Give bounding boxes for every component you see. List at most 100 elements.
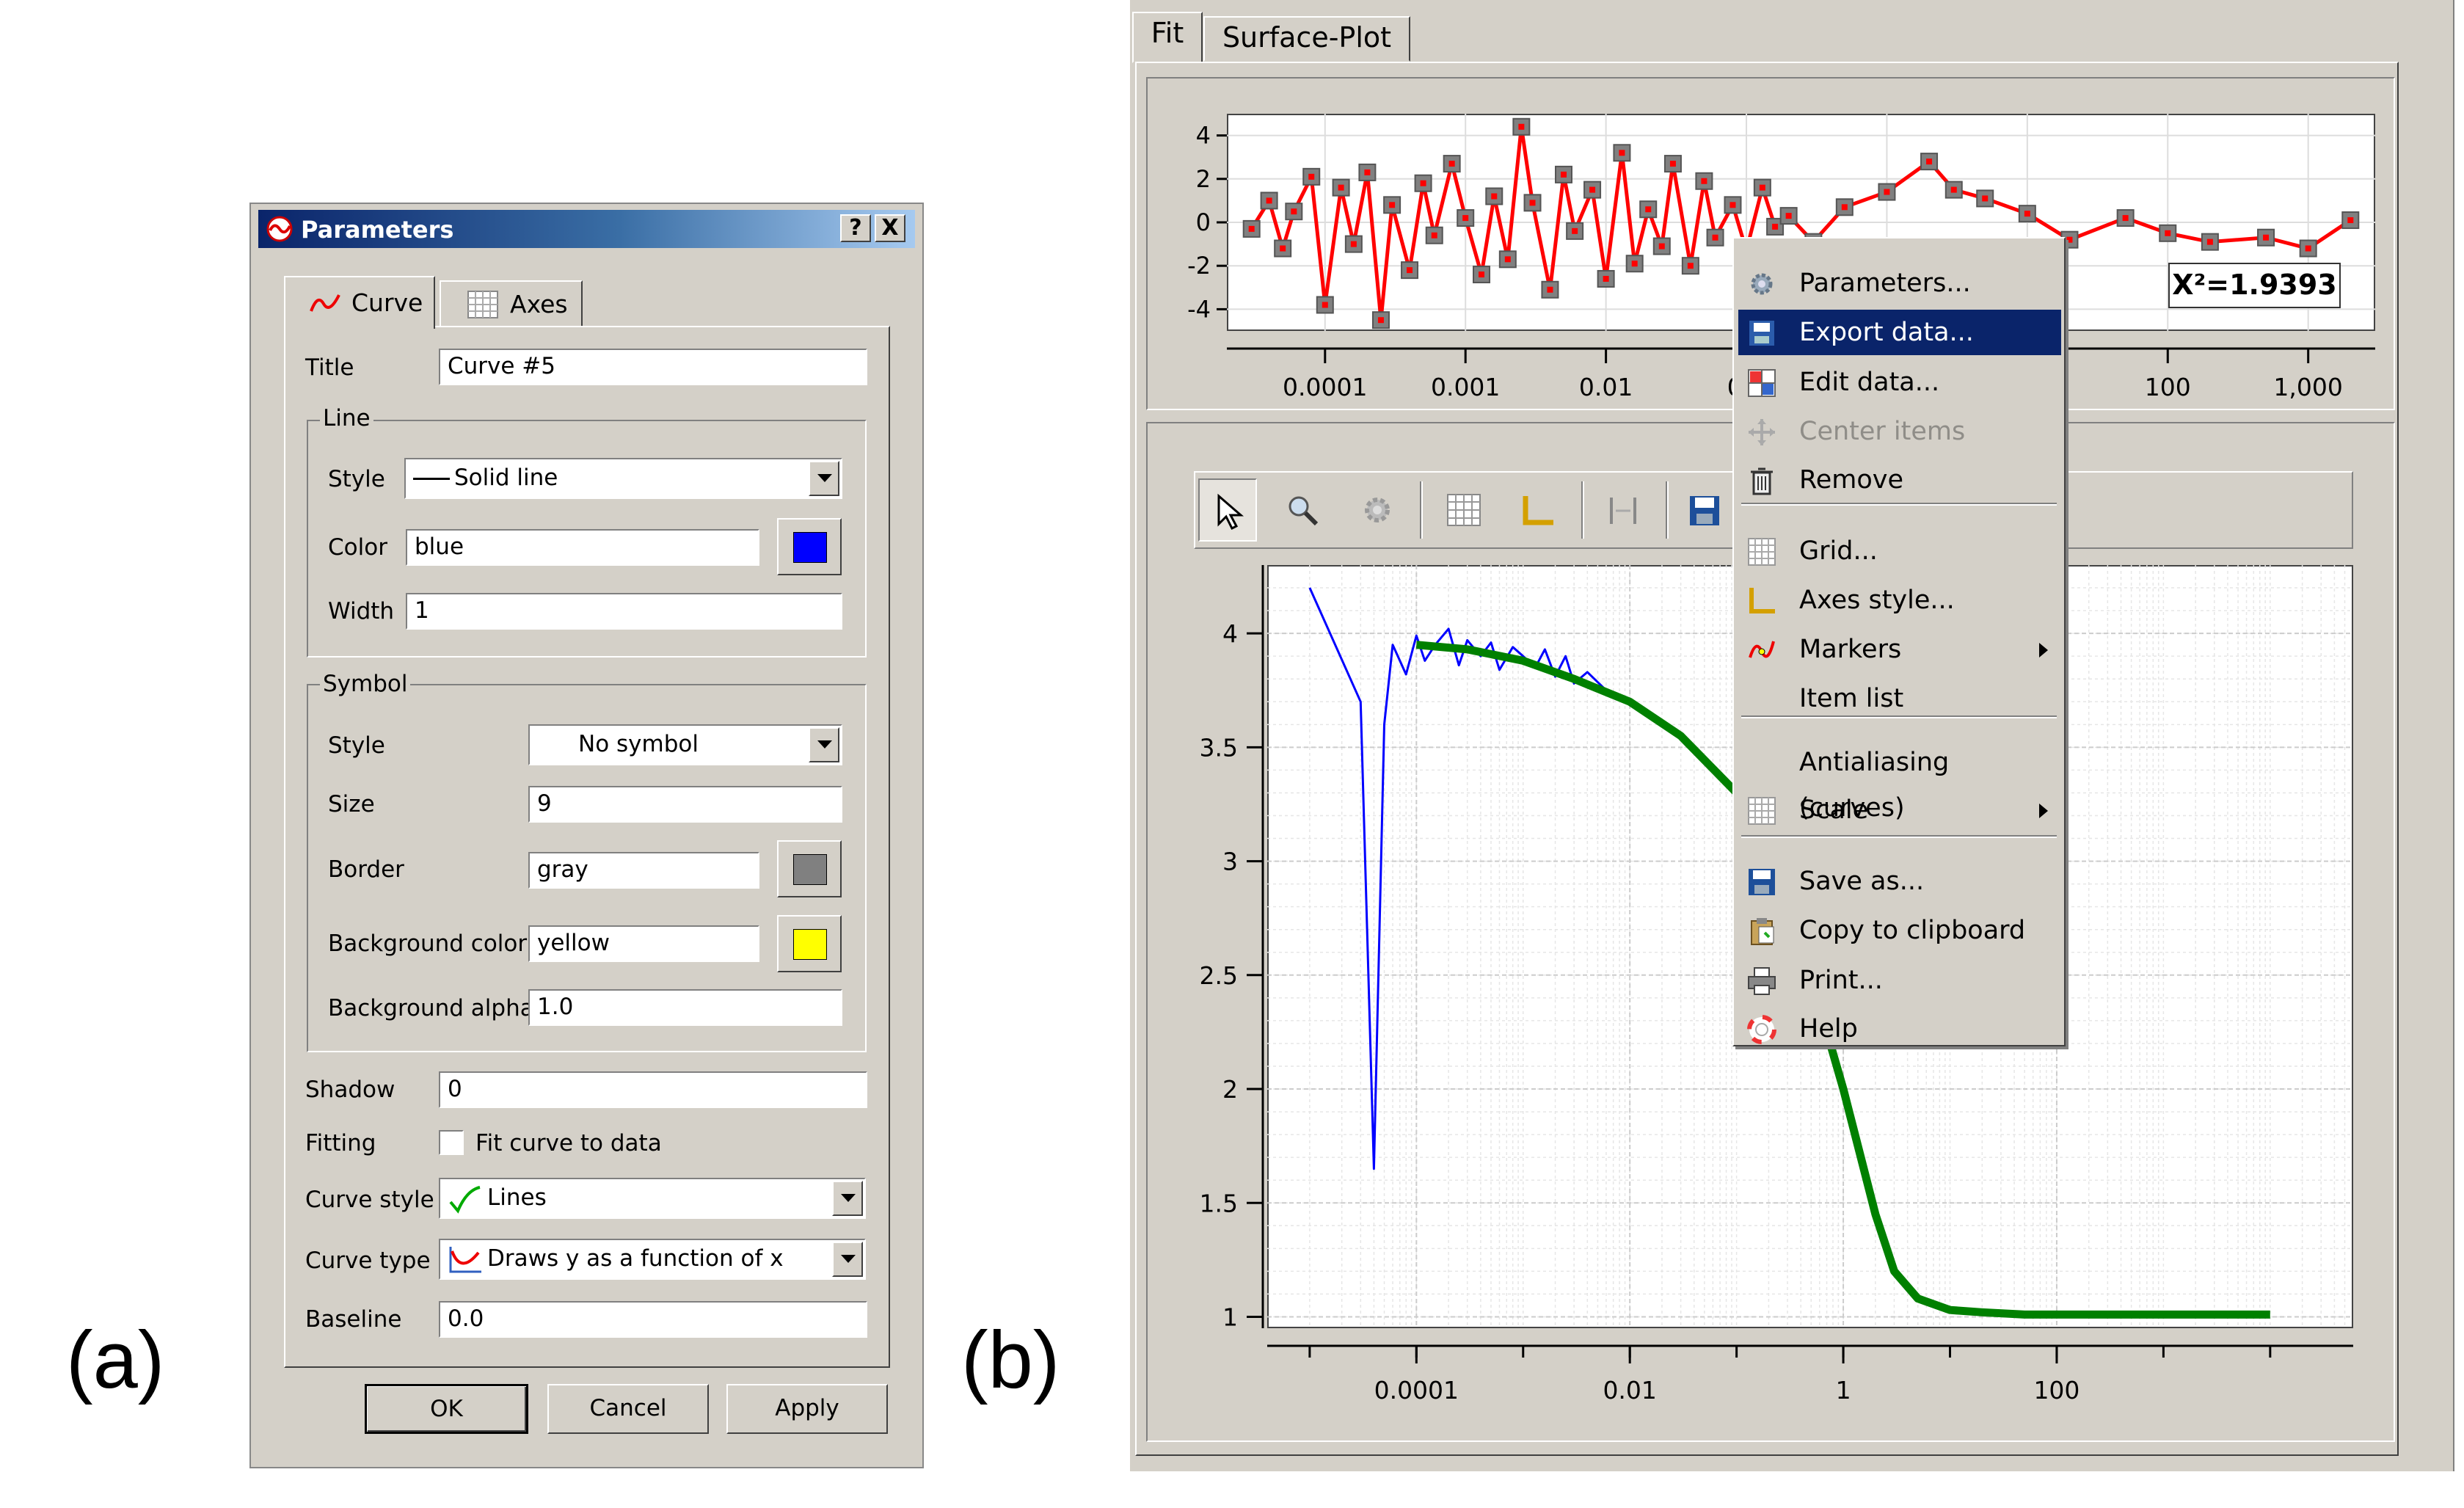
panel-label-a: (a) [66, 1315, 165, 1405]
residual-point-core [1338, 184, 1344, 191]
menu-item-export-data[interactable]: Export data... [1738, 310, 2061, 355]
residual-point-core [1322, 302, 1328, 308]
residual-point-core [1248, 225, 1255, 232]
residual-point-core [1619, 150, 1625, 156]
y-tick-label: 1.5 [1200, 1189, 1238, 1217]
axes-icon [1523, 496, 1553, 525]
menu-item-print[interactable]: Print... [1738, 958, 2061, 1003]
tab-axes[interactable]: Axes [440, 280, 583, 327]
grid-icon [1447, 494, 1481, 526]
residual-point-core [2305, 245, 2311, 252]
menu-item-antialiasing-curves[interactable]: Antialiasing (curves) [1738, 740, 2061, 823]
y-tick-label: 4 [1196, 122, 1211, 150]
markers-icon [1749, 641, 1775, 658]
fit-curve-checkbox[interactable] [439, 1130, 464, 1155]
residual-point-core [2066, 236, 2073, 243]
chevron-down-icon[interactable] [809, 461, 839, 496]
cancel-button[interactable]: Cancel [547, 1384, 709, 1434]
residual-point-core [1841, 204, 1848, 211]
save-tool-button[interactable] [1675, 478, 1734, 542]
menu-item-scale[interactable]: Scale [1738, 787, 2061, 833]
chevron-right-icon [2039, 643, 2048, 658]
menu-item-grid[interactable]: Grid... [1738, 528, 2061, 574]
residual-point-core [1759, 184, 1765, 191]
zoom-tool-button[interactable] [1274, 478, 1333, 542]
line-width-input[interactable]: 1 [406, 593, 842, 630]
baseline-input[interactable]: 0.0 [439, 1301, 867, 1338]
menu-item-center-items[interactable]: Center items [1738, 409, 2061, 454]
chevron-down-icon[interactable] [832, 1181, 863, 1216]
residual-point-core [1712, 234, 1718, 241]
y-tick-label: 0 [1196, 208, 1211, 236]
residual-point-core [1950, 186, 1957, 193]
symbol-style-select[interactable]: No symbol [528, 724, 842, 765]
menu-item-label: Remove [1799, 465, 1904, 495]
close-button[interactable]: X [875, 214, 905, 242]
settings-tool-button[interactable] [1347, 478, 1406, 542]
x-tick-label: 0.01 [1579, 373, 1633, 401]
line-color-input[interactable]: blue [406, 529, 759, 566]
symbol-alpha-input[interactable]: 1.0 [528, 989, 842, 1026]
symbol-bg-input[interactable]: yellow [528, 925, 759, 962]
tab-curve[interactable]: Curve [284, 276, 435, 329]
curve-type-select[interactable]: Draws y as a function of x [439, 1239, 866, 1280]
residual-point-core [1547, 286, 1553, 293]
symbol-border-swatch [793, 854, 827, 885]
menu-item-save-as[interactable]: Save as... [1738, 859, 2061, 904]
tab-surface-plot[interactable]: Surface-Plot [1203, 16, 1410, 62]
residual-point-core [1266, 197, 1272, 204]
pointer-tool-button[interactable] [1198, 478, 1257, 542]
solid-line-icon [413, 478, 450, 480]
symbol-border-input[interactable]: gray [528, 852, 759, 889]
ok-button[interactable]: OK [365, 1384, 528, 1434]
tab-fit[interactable]: Fit [1132, 12, 1203, 63]
grid-icon [1748, 797, 1776, 825]
symbol-border-button[interactable] [777, 840, 842, 897]
dialog-titlebar[interactable]: Parameters ? X [258, 210, 915, 248]
x-tick-label: 1,000 [2273, 373, 2342, 401]
menu-item-parameters[interactable]: Parameters... [1738, 261, 2061, 306]
symbol-bg-swatch [793, 929, 827, 960]
residual-point-core [1407, 267, 1413, 274]
curve-style-value: Lines [487, 1184, 547, 1211]
dialog-title: Parameters [301, 216, 454, 244]
shadow-input[interactable]: 0 [439, 1071, 867, 1108]
baseline-label: Baseline [305, 1306, 402, 1333]
menu-item-axes-style[interactable]: Axes style... [1738, 578, 2061, 623]
residual-point-core [1350, 241, 1357, 247]
title-input[interactable]: Curve #5 [439, 349, 867, 385]
residual-point-core [1631, 261, 1638, 267]
symbol-size-input[interactable]: 9 [528, 786, 842, 823]
residual-point-core [1448, 161, 1455, 167]
residual-point-core [1462, 215, 1469, 222]
toolbar-divider [1666, 481, 1669, 539]
residual-point-core [2263, 234, 2270, 241]
trash-icon [1751, 467, 1773, 495]
menu-item-markers[interactable]: Markers [1738, 627, 2061, 672]
symbol-group-title: Symbol [320, 671, 411, 697]
menu-item-label: Scale [1799, 795, 1869, 825]
symbol-bg-button[interactable] [777, 915, 842, 972]
chevron-down-icon[interactable] [832, 1242, 863, 1277]
menu-item-remove[interactable]: Remove [1738, 457, 2061, 503]
x-tick-label: 0.01 [1603, 1376, 1656, 1405]
grid-tool-button[interactable] [1435, 478, 1493, 542]
menu-item-edit-data[interactable]: Edit data... [1738, 360, 2061, 405]
data-series-line [1308, 587, 1630, 1170]
axes-tool-button[interactable] [1508, 478, 1567, 542]
menu-item-help[interactable]: Help [1738, 1006, 2061, 1052]
curve-style-select[interactable]: Lines [439, 1178, 866, 1219]
menu-item-copy-to-clipboard[interactable]: Copy to clipboard [1738, 908, 2061, 953]
markers-tool-button[interactable] [1594, 478, 1652, 542]
window-right-edge [2453, 0, 2464, 1471]
chevron-down-icon[interactable] [809, 727, 839, 762]
line-style-value: Solid line [454, 465, 558, 491]
menu-separator [1741, 715, 2057, 718]
apply-button[interactable]: Apply [726, 1384, 888, 1434]
menu-item-item-list[interactable]: Item list [1738, 676, 2061, 721]
line-style-label: Style [328, 466, 385, 492]
line-style-select[interactable]: Solid line [404, 458, 842, 499]
help-button[interactable]: ? [840, 214, 871, 242]
line-color-button[interactable] [777, 518, 842, 575]
menu-item-label: Markers [1799, 635, 1902, 664]
